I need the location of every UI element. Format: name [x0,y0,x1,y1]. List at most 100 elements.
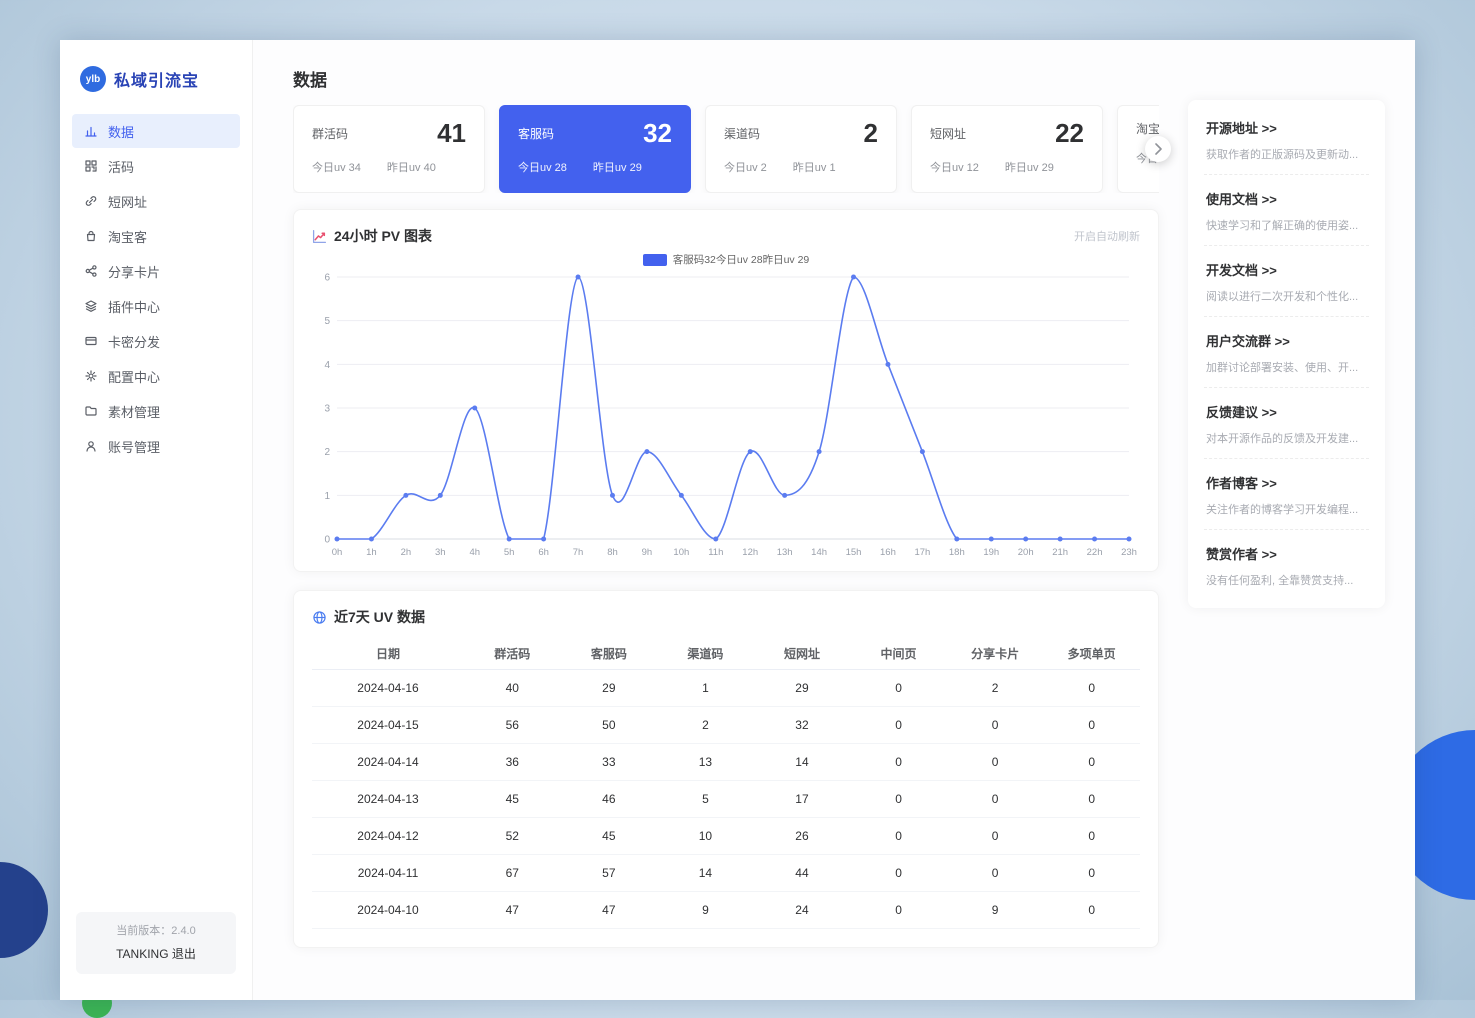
pv-point [851,275,856,280]
content-column: 数据 群活码41 今日uv 34昨日uv 40 客服码32 今日uv 28昨日u… [293,66,1159,948]
stat-today-uv: 今日uv 2 [724,159,767,175]
stat-card[interactable]: 短网址22 今日uv 12昨日uv 29 [911,105,1103,193]
sidebar-item-data[interactable]: 数据 [72,114,240,148]
right-link-desc: 没有任何盈利, 全靠赞赏支持... [1206,572,1367,588]
right-link-desc: 获取作者的正版源码及更新动... [1206,146,1367,162]
x-tick-label: 23h [1121,547,1137,558]
x-tick-label: 19h [983,547,999,558]
sidebar-item-share-card[interactable]: 分享卡片 [72,254,240,288]
table-cell: 56 [464,707,561,744]
sidebar-item-config-center[interactable]: 配置中心 [72,359,240,393]
carousel-next-button[interactable] [1145,136,1171,162]
right-link-title[interactable]: 赞赏作者 >> [1206,544,1367,563]
table-cell: 14 [657,855,754,892]
right-link-donate: 赞赏作者 >> 没有任何盈利, 全靠赞赏支持... [1204,530,1369,600]
table-cell: 13 [657,744,754,781]
user-icon [84,439,98,453]
trend-chart-icon [312,229,327,244]
table-cell: 0 [850,707,947,744]
sidebar-item-live-code[interactable]: 活码 [72,149,240,183]
right-link-source: 开源地址 >> 获取作者的正版源码及更新动... [1204,104,1369,175]
sidebar-item-short-url[interactable]: 短网址 [72,184,240,218]
decorative-circle-navy [0,862,48,958]
pv-point [920,449,925,454]
pv-point [369,537,374,542]
sidebar-item-account[interactable]: 账号管理 [72,429,240,463]
stat-yesterday-uv: 昨日uv 29 [593,159,642,175]
table-cell: 2024-04-16 [312,670,464,707]
x-tick-label: 14h [811,547,827,558]
table-cell: 0 [947,707,1044,744]
sidebar-item-plugin-center[interactable]: 插件中心 [72,289,240,323]
table-cell: 0 [947,744,1044,781]
table-cell: 0 [1043,892,1140,929]
pv-point [885,362,890,367]
x-tick-label: 9h [642,547,653,558]
table-cell: 0 [947,781,1044,818]
table-column-header: 客服码 [561,637,658,670]
sidebar-menu: 数据 活码 短网址 淘宝客 分享卡片 插件中心 [60,114,252,463]
right-link-desc: 快速学习和了解正确的使用姿... [1206,217,1367,233]
table-cell: 2024-04-12 [312,818,464,855]
table-cell: 29 [754,670,851,707]
page-title: 数据 [293,66,1159,91]
sidebar-item-label: 淘宝客 [108,227,147,246]
right-link-title[interactable]: 用户交流群 >> [1206,331,1367,350]
table-cell: 47 [464,892,561,929]
username: TANKING [116,947,168,961]
table-cell: 57 [561,855,658,892]
stat-card-name: 客服码 [518,125,554,142]
table-cell: 33 [561,744,658,781]
pv-point [576,275,581,280]
right-link-title[interactable]: 作者博客 >> [1206,473,1367,492]
right-link-desc: 加群讨论部署安装、使用、开... [1206,359,1367,375]
right-link-title[interactable]: 开发文档 >> [1206,260,1367,279]
x-tick-label: 17h [914,547,930,558]
logout-button[interactable]: 退出 [172,947,196,961]
right-link-title[interactable]: 开源地址 >> [1206,118,1367,137]
table-cell: 0 [1043,670,1140,707]
table-cell: 0 [850,818,947,855]
brand-name: 私域引流宝 [114,67,199,91]
sidebar-item-material[interactable]: 素材管理 [72,394,240,428]
chevron-right-icon [1154,143,1162,155]
table-column-header: 日期 [312,637,464,670]
stat-card-name: 淘宝客 [1136,120,1159,137]
y-tick-label: 5 [324,316,330,327]
x-tick-label: 20h [1018,547,1034,558]
stat-card[interactable]: 客服码32 今日uv 28昨日uv 29 [499,105,691,193]
y-tick-label: 2 [324,447,330,458]
table-row: 2024-04-134546517000 [312,781,1140,818]
table-cell: 0 [850,892,947,929]
sidebar-item-card-key[interactable]: 卡密分发 [72,324,240,358]
right-link-title[interactable]: 反馈建议 >> [1206,402,1367,421]
y-tick-label: 1 [324,491,330,502]
table-column-header: 多项单页 [1043,637,1140,670]
x-tick-label: 16h [880,547,896,558]
table-cell: 0 [850,744,947,781]
table-column-header: 渠道码 [657,637,754,670]
pv-chart-title-row: 24小时 PV 图表 [312,226,432,246]
table-cell: 67 [464,855,561,892]
x-tick-label: 6h [538,547,549,558]
table-cell: 0 [850,781,947,818]
right-link-title[interactable]: 使用文档 >> [1206,189,1367,208]
table-cell: 44 [754,855,851,892]
pv-point [989,537,994,542]
sidebar-item-label: 配置中心 [108,367,160,386]
app-logo: ylb 私域引流宝 [60,40,252,114]
table-cell: 17 [754,781,851,818]
sidebar-item-taobao[interactable]: 淘宝客 [72,219,240,253]
table-row: 2024-04-104747924090 [312,892,1140,929]
y-tick-label: 6 [324,273,330,284]
pv-chart-card: 24小时 PV 图表 开启自动刷新 客服码32今日uv 28昨日uv 29 01… [293,209,1159,572]
stat-card[interactable]: 群活码41 今日uv 34昨日uv 40 [293,105,485,193]
table-cell: 1 [657,670,754,707]
stat-card-value: 32 [643,120,672,146]
table-row: 2024-04-1167571444000 [312,855,1140,892]
chart-legend[interactable]: 客服码32今日uv 28昨日uv 29 [294,252,1158,267]
auto-refresh-toggle[interactable]: 开启自动刷新 [1074,228,1140,244]
stat-card[interactable]: 渠道码2 今日uv 2昨日uv 1 [705,105,897,193]
table-column-header: 中间页 [850,637,947,670]
right-link-devdocs: 开发文档 >> 阅读以进行二次开发和个性化... [1204,246,1369,317]
